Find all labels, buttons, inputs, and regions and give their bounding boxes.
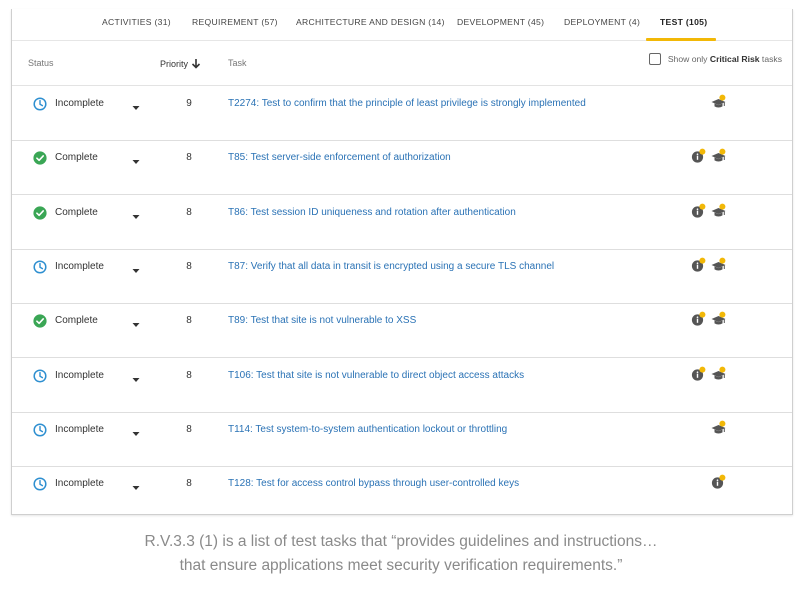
status-column-header[interactable]: Status <box>28 58 54 68</box>
info-icon[interactable] <box>690 256 708 274</box>
tab-deployment[interactable]: DEPLOYMENT (4) <box>564 17 640 27</box>
status-dropdown-icon[interactable] <box>131 480 141 491</box>
table-row: Incomplete 8 T87: Verify that all data in … <box>12 250 792 304</box>
clock-icon <box>33 368 47 383</box>
clock-icon <box>33 423 47 437</box>
status-label: Incomplete <box>55 98 104 109</box>
caption-line-2: that ensure applications meet security v… <box>179 557 623 574</box>
priority-header-label: Priority <box>160 59 189 69</box>
table-row: Complete 8 T86: Test session ID uniqueness… <box>12 196 792 250</box>
status-label: Incomplete <box>55 478 104 490</box>
priority-value: 8 <box>186 260 192 272</box>
priority-value: 8 <box>186 369 192 381</box>
table-row: Incomplete 8 T106: Test that site is not v… <box>12 359 792 413</box>
tab-architecture-and-design[interactable]: ARCHITECTURE AND DESIGN (14) <box>296 17 445 27</box>
status-dropdown-icon[interactable] <box>131 100 141 110</box>
task-link[interactable]: T114: Test system-to-system authenticati… <box>228 424 507 435</box>
check-circle-icon <box>33 151 47 165</box>
tab-activities[interactable]: ACTIVITIES (31) <box>102 17 171 27</box>
training-icon[interactable] <box>710 419 728 437</box>
task-link[interactable]: T86: Test session ID uniqueness and rota… <box>228 207 516 218</box>
tab-bar: ACTIVITIES (31) REQUIREMENT (57) ARCHITE… <box>12 9 792 41</box>
active-tab-indicator <box>646 38 716 41</box>
task-list-panel: ACTIVITIES (31) REQUIREMENT (57) ARCHITE… <box>11 9 793 515</box>
priority-column-header[interactable]: Priority <box>160 58 201 69</box>
table-header: Status Priority Task Show only Critical … <box>12 42 792 86</box>
status-label: Incomplete <box>55 260 104 272</box>
critical-risk-checkbox[interactable] <box>648 53 661 65</box>
critical-risk-filter[interactable]: Show only Critical Risk tasks <box>648 53 782 65</box>
status-dropdown-icon[interactable] <box>131 263 141 273</box>
training-icon[interactable] <box>710 202 728 220</box>
task-link[interactable]: T89: Test that site is not vulnerable to… <box>228 315 416 326</box>
status-dropdown-icon[interactable] <box>131 317 141 328</box>
check-circle-icon <box>33 205 47 220</box>
sort-descending-icon <box>191 59 201 69</box>
status-label: Complete <box>55 315 98 327</box>
priority-value: 8 <box>186 423 192 435</box>
clock-icon <box>33 477 47 491</box>
task-link[interactable]: T128: Test for access control bypass thr… <box>228 478 519 489</box>
training-icon[interactable] <box>710 147 728 165</box>
training-icon[interactable] <box>710 93 728 111</box>
training-icon[interactable] <box>710 310 728 328</box>
priority-value: 8 <box>186 206 192 218</box>
info-icon[interactable] <box>690 310 708 328</box>
task-link[interactable]: T85: Test server-side enforcement of aut… <box>228 152 451 163</box>
figure-caption: R.V.3.3 (1) is a list of test tasks that… <box>0 530 802 578</box>
check-circle-icon <box>33 314 47 328</box>
table-row: Complete 8 T85: Test server-side enforceme… <box>12 141 792 196</box>
training-icon[interactable] <box>710 365 728 383</box>
table-row: Incomplete 8 T128: Test for access control… <box>12 467 792 514</box>
priority-value: 8 <box>186 315 192 327</box>
table-row: Incomplete 8 T114: Test system-to-system a… <box>12 413 792 467</box>
status-label: Complete <box>55 152 98 164</box>
status-dropdown-icon[interactable] <box>131 209 141 219</box>
status-dropdown-icon[interactable] <box>131 372 141 382</box>
tab-requirement[interactable]: REQUIREMENT (57) <box>192 17 278 27</box>
table-row: Complete 8 T89: Test that site is not vuln… <box>12 304 792 359</box>
task-link[interactable]: T2274: Test to confirm that the principl… <box>228 98 586 109</box>
task-link[interactable]: T87: Verify that all data in transit is … <box>228 261 554 272</box>
status-label: Complete <box>55 206 98 218</box>
status-label: Incomplete <box>55 423 104 435</box>
tab-development[interactable]: DEVELOPMENT (45) <box>457 17 544 27</box>
info-icon[interactable] <box>690 147 708 165</box>
priority-value: 8 <box>186 478 192 490</box>
info-icon[interactable] <box>710 473 728 491</box>
caption-line-1: R.V.3.3 (1) is a list of test tasks that… <box>144 533 658 550</box>
task-link[interactable]: T106: Test that site is not vulnerable t… <box>228 370 524 381</box>
task-column-header: Task <box>228 58 247 68</box>
status-dropdown-icon[interactable] <box>131 426 141 436</box>
info-icon[interactable] <box>690 202 708 220</box>
critical-risk-label: Show only Critical Risk tasks <box>667 54 782 64</box>
clock-icon <box>33 97 47 111</box>
training-icon[interactable] <box>710 256 728 274</box>
info-icon[interactable] <box>690 365 708 383</box>
tab-test[interactable]: TEST (105) <box>660 17 707 27</box>
table-row: Incomplete 9 T2274: Test to confirm that t… <box>12 87 792 141</box>
status-label: Incomplete <box>55 369 104 381</box>
priority-value: 9 <box>186 98 192 109</box>
status-dropdown-icon[interactable] <box>131 154 141 165</box>
priority-value: 8 <box>186 152 192 164</box>
clock-icon <box>33 260 47 274</box>
